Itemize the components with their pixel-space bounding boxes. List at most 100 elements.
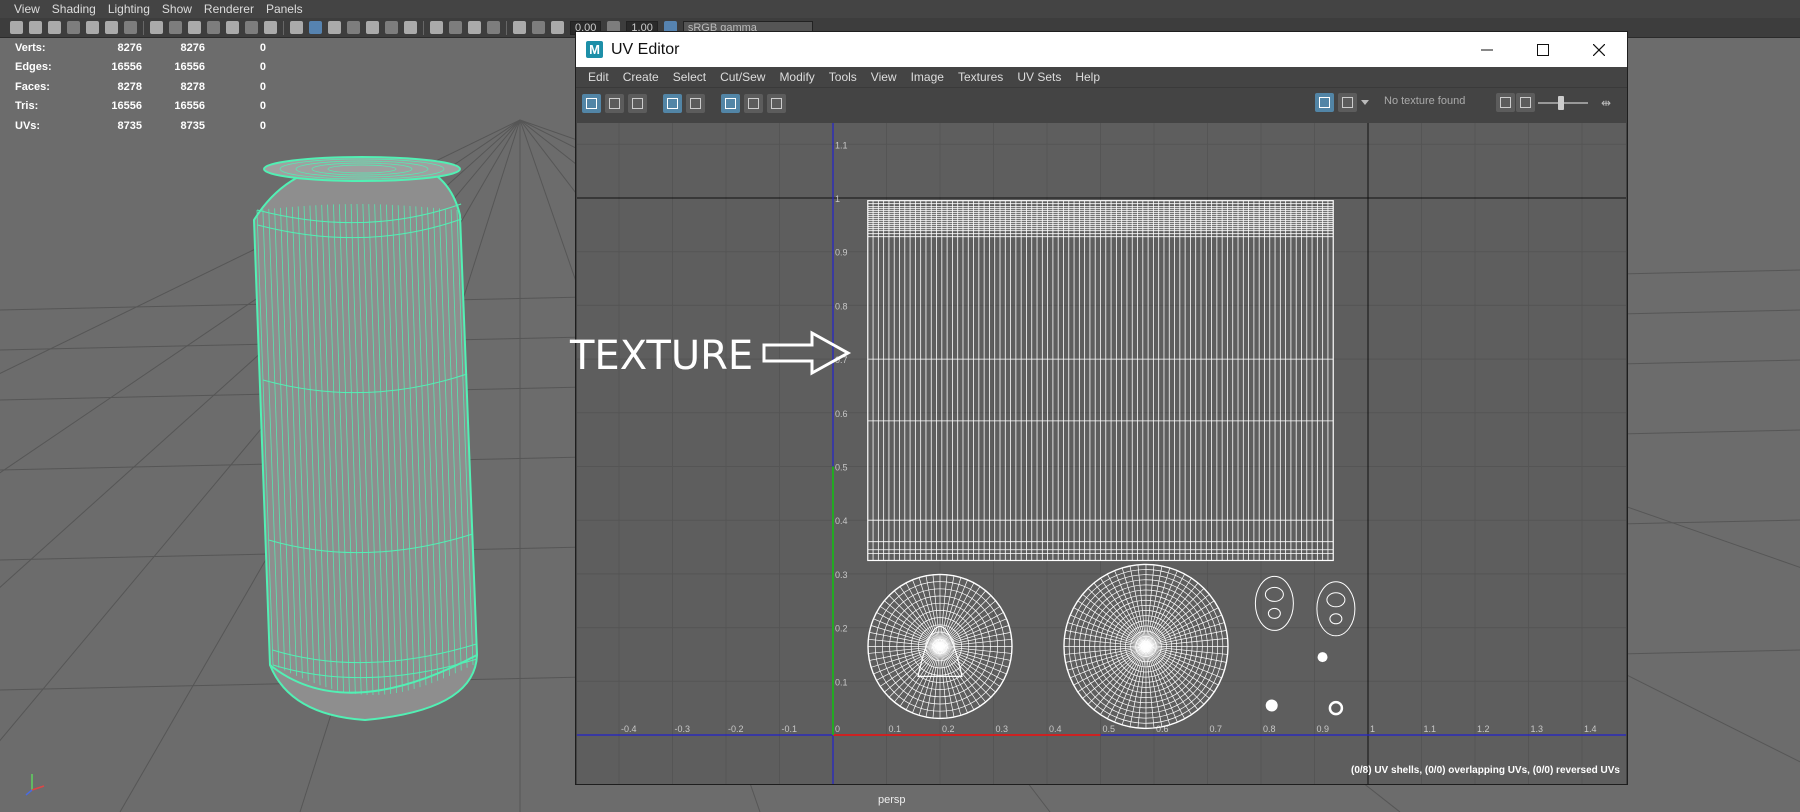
menu-cut-sew[interactable]: Cut/Sew — [713, 70, 772, 84]
menu-image[interactable]: Image — [904, 70, 951, 84]
anti-aliasing-icon[interactable] — [468, 21, 481, 34]
pencil-icon[interactable] — [124, 21, 137, 34]
2d-pan-zoom-icon[interactable] — [105, 21, 118, 34]
film-gate-icon[interactable] — [169, 21, 182, 34]
snapshot-button[interactable] — [767, 93, 786, 113]
wireframe-icon[interactable] — [290, 21, 303, 34]
pixel-snap-icon — [748, 97, 759, 109]
toggle-grid-button[interactable] — [721, 93, 740, 113]
uv-spoke — [1093, 646, 1147, 711]
field-chart-icon[interactable] — [226, 21, 239, 34]
menu-view[interactable]: View — [864, 70, 904, 84]
wireframe-on-shaded-icon[interactable] — [328, 21, 341, 34]
close-icon — [1593, 43, 1605, 56]
hud-value: 8735 — [180, 119, 205, 132]
uv-shell-rivet — [1265, 699, 1278, 712]
viewport-menu-show[interactable]: Show — [156, 2, 198, 16]
menu-edit[interactable]: Edit — [581, 70, 616, 84]
viewport-menu-panels[interactable]: Panels — [260, 2, 309, 16]
menu-create[interactable]: Create — [616, 70, 666, 84]
window-title: UV Editor — [611, 40, 680, 58]
pixel-snap-button[interactable] — [744, 93, 763, 113]
toolbar-divider — [506, 20, 507, 35]
grease-pencil-icon[interactable] — [86, 21, 99, 34]
can-wireframe-mesh[interactable] — [245, 150, 535, 725]
xray-icon[interactable] — [347, 21, 360, 34]
resolution-gate-icon[interactable] — [188, 21, 201, 34]
arrow-right-icon — [762, 330, 852, 376]
uv-status-text: (0/8) UV shells, (0/0) overlapping UVs, … — [1351, 765, 1620, 776]
brightness-slider-handle[interactable] — [1558, 96, 1564, 110]
close-button[interactable] — [1571, 32, 1627, 67]
axis-gizmo-icon — [25, 774, 45, 796]
exposure-icon[interactable] — [551, 21, 564, 34]
safe-title-icon[interactable] — [264, 21, 277, 34]
u-tick-label: -0.2 — [728, 724, 744, 734]
toggle-shaded-button[interactable] — [663, 93, 682, 113]
menu-select[interactable]: Select — [666, 70, 713, 84]
hud-row-verts: Verts: 8276 8276 0 — [15, 38, 266, 58]
isolate-select-icon[interactable] — [513, 21, 526, 34]
camera-icon — [771, 97, 782, 109]
safe-action-icon[interactable] — [245, 21, 258, 34]
depth-of-field-icon[interactable] — [487, 21, 500, 34]
textured-icon[interactable] — [366, 21, 379, 34]
xray-joints-icon[interactable] — [532, 21, 545, 34]
hud-label: Faces: — [15, 80, 50, 93]
ambient-occlusion-icon[interactable] — [430, 21, 443, 34]
uv-tab-hole — [1326, 592, 1346, 608]
uv-editor-window[interactable]: M UV Editor Edit Create Select Cut/Sew M… — [575, 31, 1628, 785]
image-options-button[interactable] — [1516, 93, 1535, 112]
hud-value: 16556 — [111, 61, 142, 74]
minimize-button[interactable] — [1459, 32, 1515, 67]
v-tick-label: 0.3 — [835, 570, 848, 580]
menu-modify[interactable]: Modify — [772, 70, 821, 84]
texture-tiling-button[interactable] — [1496, 93, 1515, 112]
camera-name-label: persp — [878, 794, 906, 806]
menu-textures[interactable]: Textures — [951, 70, 1010, 84]
u-tick-label: 0.8 — [1263, 724, 1276, 734]
toggle-distortion-button[interactable] — [686, 93, 705, 113]
bookmark-icon[interactable] — [48, 21, 61, 34]
uv-tab-hole — [1267, 607, 1281, 619]
camera-attributes-icon[interactable] — [29, 21, 42, 34]
image-plane-icon[interactable] — [67, 21, 80, 34]
shell-select-icon — [609, 97, 620, 109]
camera-icon[interactable] — [10, 21, 23, 34]
hud-value: 8278 — [180, 80, 205, 93]
hud-row-edges: Edges: 16556 16556 0 — [15, 58, 266, 78]
viewport-menu-renderer[interactable]: Renderer — [198, 2, 260, 16]
uv-canvas[interactable]: 5-0.4-0.3-0.2-0.100.10.20.30.40.50.60.70… — [577, 123, 1626, 784]
hud-value: 0 — [259, 61, 266, 74]
viewport-menu-view[interactable]: View — [8, 2, 46, 16]
toolbar-divider — [283, 20, 284, 35]
uv-toolkit-button[interactable] — [582, 93, 601, 113]
shadows-icon[interactable] — [404, 21, 417, 34]
viewport-menu-lighting[interactable]: Lighting — [102, 2, 156, 16]
grid-icon[interactable] — [150, 21, 163, 34]
select-backfacing-button[interactable] — [628, 93, 647, 113]
motion-blur-icon[interactable] — [449, 21, 462, 34]
v-tick-label: 0.9 — [835, 248, 848, 258]
viewport-menu-shading[interactable]: Shading — [46, 2, 102, 16]
image-options-icon — [1520, 97, 1531, 108]
lights-icon[interactable] — [385, 21, 398, 34]
distortion-icon — [690, 97, 701, 109]
gate-mask-icon[interactable] — [207, 21, 220, 34]
uv-tab-hole — [1264, 586, 1284, 602]
checker-button[interactable] — [1338, 93, 1357, 112]
menu-help[interactable]: Help — [1068, 70, 1107, 84]
menu-tools[interactable]: Tools — [822, 70, 864, 84]
display-image-button[interactable] — [1315, 93, 1334, 112]
shell-select-button[interactable] — [605, 93, 624, 113]
u-tick-label: 1.4 — [1584, 724, 1597, 734]
maximize-icon — [1537, 43, 1549, 56]
hud-row-uvs: UVs: 8735 8735 0 — [15, 116, 266, 136]
expand-toolbar-icon[interactable]: ⇹ — [1601, 96, 1611, 110]
uv-editor-titlebar[interactable]: M UV Editor — [576, 32, 1627, 67]
menu-uv-sets[interactable]: UV Sets — [1010, 70, 1068, 84]
uv-texture-space[interactable]: 5-0.4-0.3-0.2-0.100.10.20.30.40.50.60.70… — [577, 123, 1626, 784]
chevron-down-icon[interactable] — [1361, 100, 1369, 105]
maximize-button[interactable] — [1515, 32, 1571, 67]
smooth-shade-icon[interactable] — [309, 21, 322, 34]
